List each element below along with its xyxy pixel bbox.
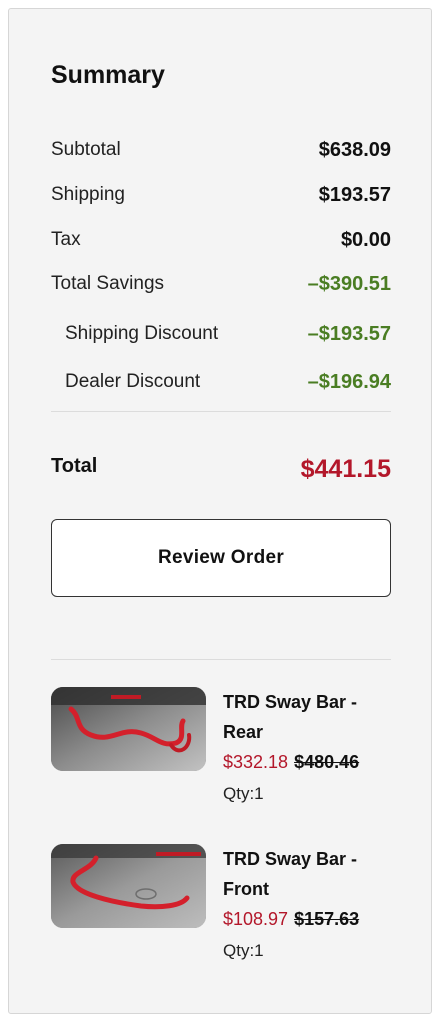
cart-item: TRD Sway Bar - Front $108.97 $157.63 Qty:… xyxy=(51,844,391,984)
item-name-line2[interactable]: Rear xyxy=(223,717,391,747)
summary-divider xyxy=(51,411,391,412)
shipping-discount-value: –$193.57 xyxy=(307,323,391,345)
order-summary-panel: Summary Subtotal $638.09 Shipping $193.5… xyxy=(8,8,432,1014)
shipping-discount-label: Shipping Discount xyxy=(65,323,219,344)
subtotal-value: $638.09 xyxy=(318,139,391,161)
shipping-value: $193.57 xyxy=(318,184,391,206)
item-name-line1[interactable]: TRD Sway Bar - xyxy=(223,844,391,874)
review-order-button[interactable]: Review Order xyxy=(51,519,391,597)
total-label: Total xyxy=(51,455,98,477)
product-image-front-sway-bar[interactable] xyxy=(51,844,206,928)
summary-title: Summary xyxy=(51,61,165,89)
dealer-discount-label: Dealer Discount xyxy=(65,371,201,392)
cart-item: TRD Sway Bar - Rear $332.18 $480.46 Qty:1 xyxy=(51,687,391,827)
dealer-discount-row: Dealer Discount –$196.94 xyxy=(51,371,391,397)
sale-price: $332.18 xyxy=(223,752,289,772)
shipping-label: Shipping xyxy=(51,184,125,205)
shipping-discount-row: Shipping Discount –$193.57 xyxy=(51,323,391,349)
item-qty: Qty:1 xyxy=(223,941,264,960)
total-value: $441.15 xyxy=(300,455,391,483)
original-price: $157.63 xyxy=(294,909,360,929)
shipping-row: Shipping $193.57 xyxy=(51,184,391,210)
total-savings-row: Total Savings –$390.51 xyxy=(51,273,391,299)
original-price: $480.46 xyxy=(294,752,360,772)
subtotal-row: Subtotal $638.09 xyxy=(51,139,391,165)
tax-label: Tax xyxy=(51,229,81,250)
total-savings-label: Total Savings xyxy=(51,273,165,294)
item-name-line2[interactable]: Front xyxy=(223,874,391,904)
item-name-line1[interactable]: TRD Sway Bar - xyxy=(223,687,391,717)
item-price-line: $108.97 $157.63 xyxy=(223,904,391,934)
item-qty: Qty:1 xyxy=(223,784,264,803)
tax-value: $0.00 xyxy=(340,229,391,251)
item-price-line: $332.18 $480.46 xyxy=(223,747,391,777)
sway-bar-rear-graphic xyxy=(51,687,206,771)
item-info: TRD Sway Bar - Front $108.97 $157.63 Qty:… xyxy=(223,844,391,968)
tax-row: Tax $0.00 xyxy=(51,229,391,255)
sway-bar-front-graphic xyxy=(51,844,206,928)
item-info: TRD Sway Bar - Rear $332.18 $480.46 Qty:1 xyxy=(223,687,391,811)
product-image-rear-sway-bar[interactable] xyxy=(51,687,206,771)
subtotal-label: Subtotal xyxy=(51,139,121,160)
sale-price: $108.97 xyxy=(223,909,289,929)
total-savings-value: –$390.51 xyxy=(307,273,391,295)
items-divider xyxy=(51,659,391,660)
dealer-discount-value: –$196.94 xyxy=(307,371,391,393)
